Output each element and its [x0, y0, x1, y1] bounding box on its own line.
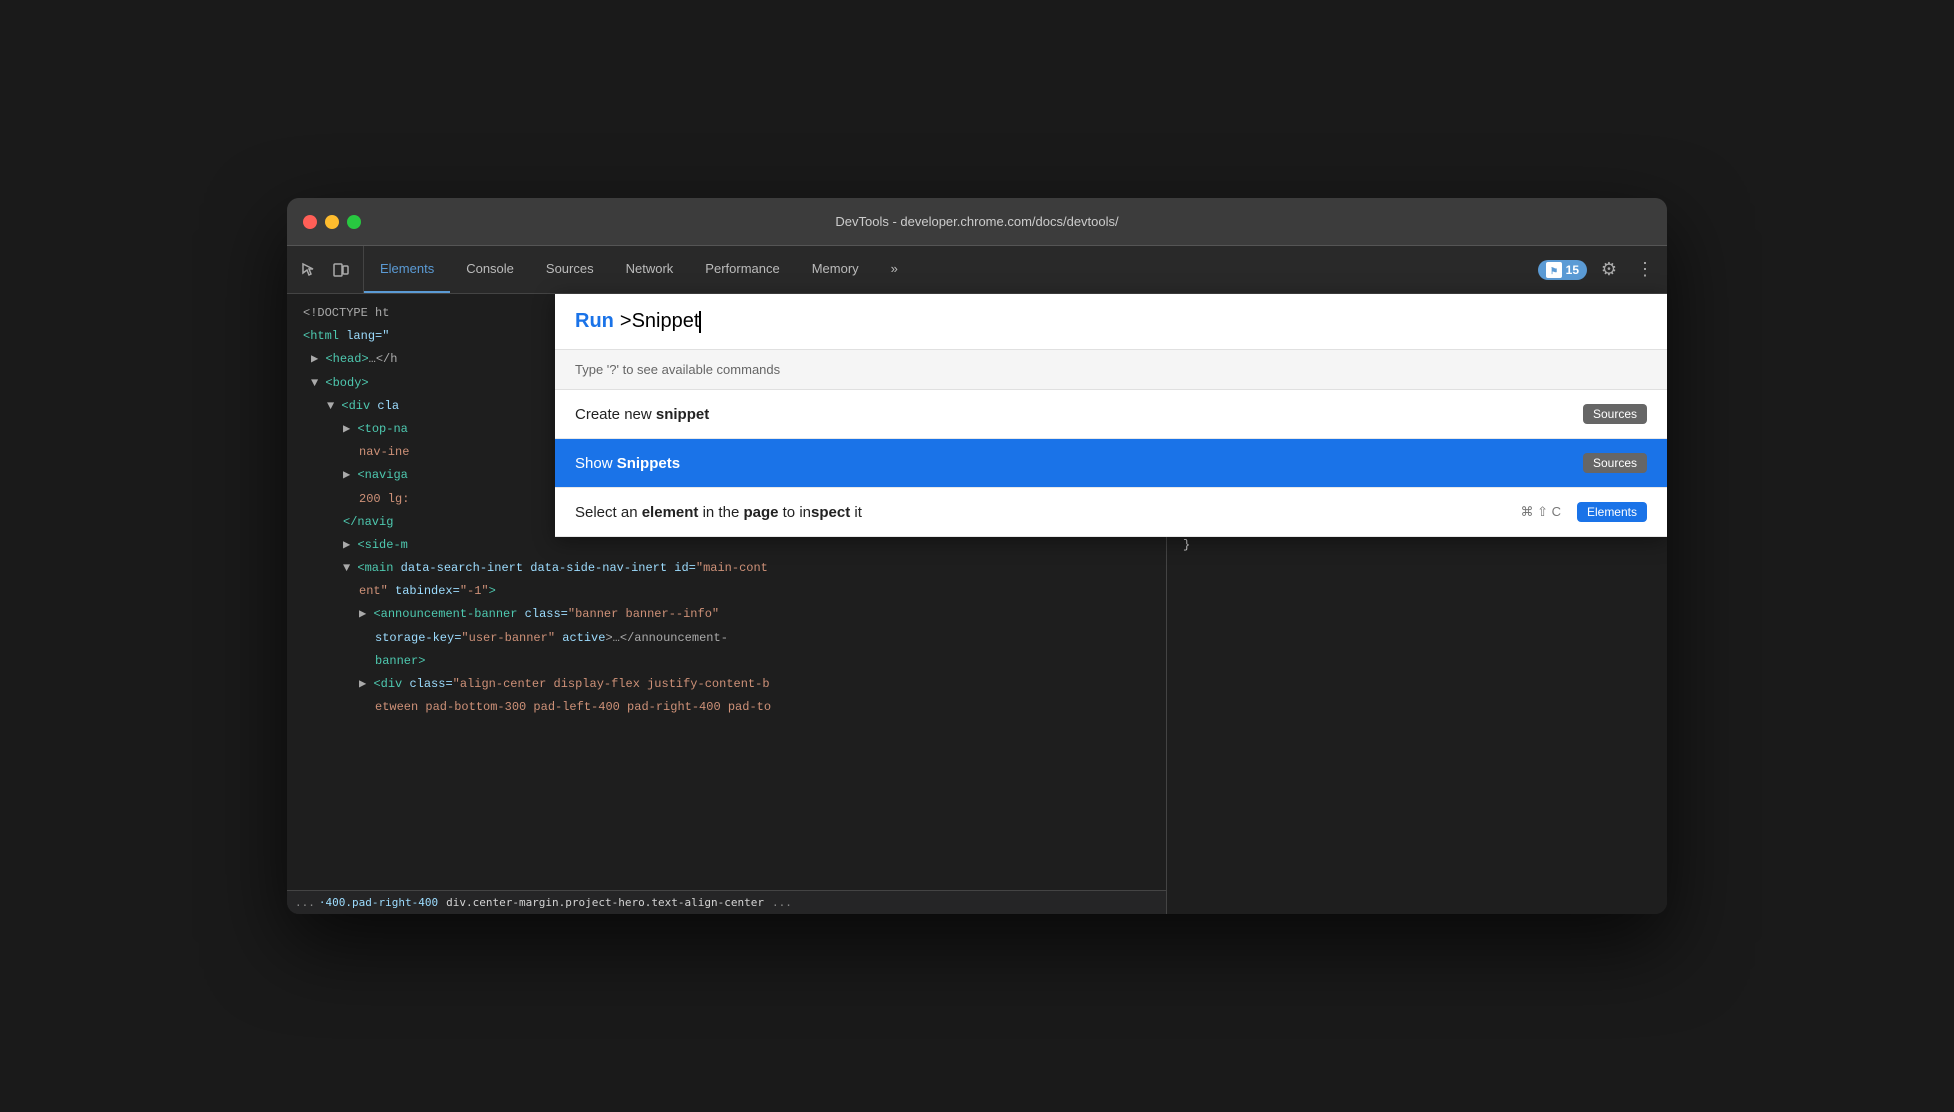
item-text: Show Snippets [575, 455, 1583, 472]
minimize-button[interactable] [325, 215, 339, 229]
tab-sources[interactable]: Sources [530, 246, 610, 293]
item-badge-sources: Sources [1583, 404, 1647, 424]
command-palette-input-row: Run >Snippet [555, 294, 1667, 350]
devtools-window: DevTools - developer.chrome.com/docs/dev… [287, 198, 1667, 914]
command-palette: Run >Snippet Type '?' to see available c… [555, 294, 1667, 537]
devtools-toolbar: Elements Console Sources Network Perform… [287, 246, 1667, 294]
settings-icon[interactable]: ⚙ [1595, 256, 1623, 284]
html-line: ▶ <div class="align-center display-flex … [287, 673, 1166, 696]
close-button[interactable] [303, 215, 317, 229]
tab-memory[interactable]: Memory [796, 246, 875, 293]
html-line: ▼ <main data-search-inert data-side-nav-… [287, 557, 1166, 580]
item-text: Create new snippet [575, 406, 1583, 423]
text-cursor [699, 311, 701, 333]
html-line: banner> [287, 650, 1166, 673]
item-badge-elements: Elements [1577, 502, 1647, 522]
svg-text:⚑: ⚑ [1550, 266, 1558, 275]
html-line: storage-key="user-banner" active>…</anno… [287, 627, 1166, 650]
run-label: Run [575, 310, 614, 333]
command-palette-hint: Type '?' to see available commands [555, 350, 1667, 390]
tab-network[interactable]: Network [610, 246, 690, 293]
traffic-lights [303, 215, 361, 229]
item-badge-sources: Sources [1583, 453, 1647, 473]
command-palette-item-create-snippet[interactable]: Create new snippet Sources [555, 390, 1667, 439]
breadcrumb: ... ·400.pad-right-400 div.center-margin… [287, 890, 1166, 914]
window-title: DevTools - developer.chrome.com/docs/dev… [835, 214, 1118, 229]
keyboard-shortcut: ⌘ ⇧ C [1520, 504, 1561, 520]
html-line: etween pad-bottom-300 pad-left-400 pad-r… [287, 696, 1166, 719]
item-text: Select an element in the page to inspect… [575, 504, 1520, 521]
tab-performance[interactable]: Performance [689, 246, 795, 293]
tab-console[interactable]: Console [450, 246, 530, 293]
device-toolbar-icon[interactable] [327, 256, 355, 284]
command-palette-item-show-snippets[interactable]: Show Snippets Sources [555, 439, 1667, 488]
command-input[interactable]: >Snippet [620, 310, 1647, 333]
maximize-button[interactable] [347, 215, 361, 229]
html-line: ent" tabindex="-1"> [287, 580, 1166, 603]
issues-icon: ⚑ [1546, 262, 1562, 278]
more-options-icon[interactable]: ⋮ [1631, 256, 1659, 284]
command-palette-item-select-element[interactable]: Select an element in the page to inspect… [555, 488, 1667, 537]
tab-more[interactable]: » [875, 246, 914, 293]
issues-badge[interactable]: ⚑ 15 [1538, 260, 1587, 280]
input-value: >Snippet [620, 310, 700, 332]
devtools-tabs: Elements Console Sources Network Perform… [364, 246, 1530, 293]
devtools-body: <!DOCTYPE ht <html lang=" ▶ <head>…</h ▼… [287, 294, 1667, 914]
inspect-icon[interactable] [295, 256, 323, 284]
html-line: ▶ <announcement-banner class="banner ban… [287, 603, 1166, 626]
toolbar-right: ⚑ 15 ⚙ ⋮ [1530, 246, 1667, 293]
titlebar: DevTools - developer.chrome.com/docs/dev… [287, 198, 1667, 246]
html-line: ▶ <side-m [287, 534, 1166, 557]
tab-elements[interactable]: Elements [364, 246, 450, 293]
toolbar-icons [287, 246, 364, 293]
